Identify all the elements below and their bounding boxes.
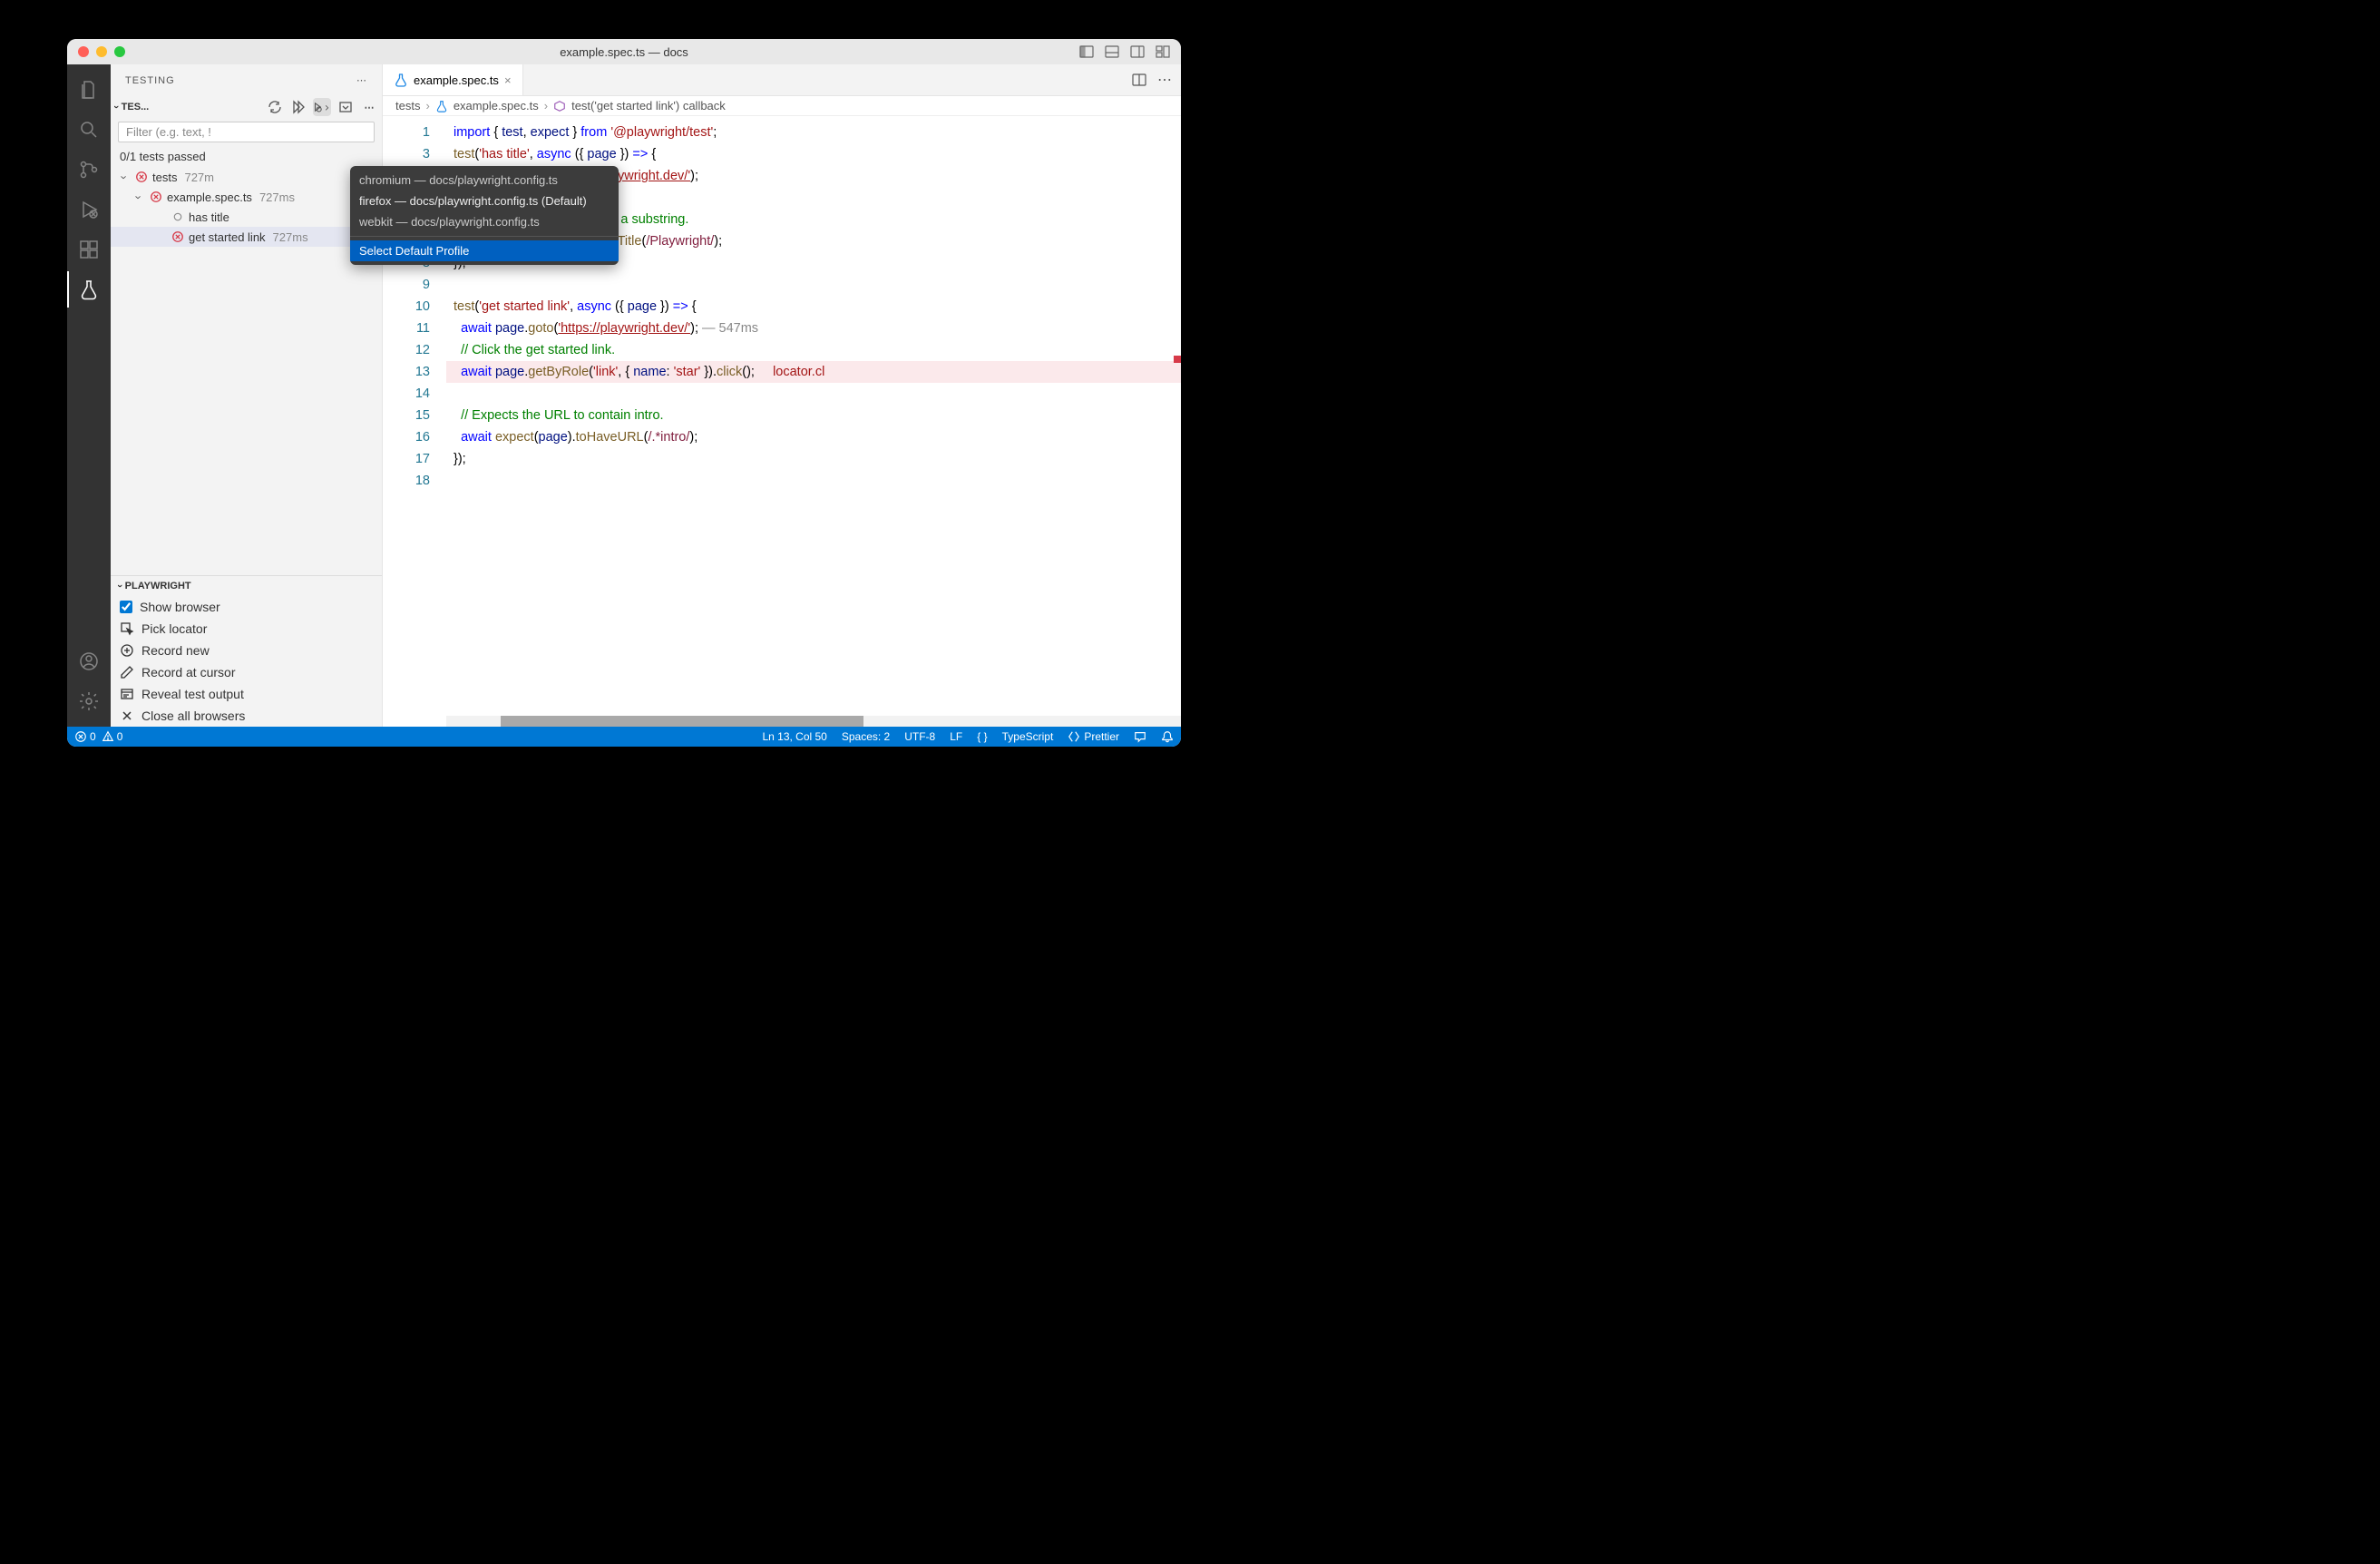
sidebar-header: TESTING ⋯	[111, 64, 382, 96]
playwright-show-browser[interactable]: Show browser	[111, 596, 382, 618]
minimize-window-button[interactable]	[96, 46, 107, 57]
tab-example-spec[interactable]: example.spec.ts ×	[383, 64, 523, 95]
refresh-icon[interactable]	[266, 98, 284, 116]
playwright-pick-locator[interactable]: Pick locator	[111, 618, 382, 640]
activity-settings[interactable]	[67, 683, 111, 719]
dropdown-item-chromium[interactable]: chromium — docs/playwright.config.ts	[350, 170, 619, 191]
activity-bar	[67, 64, 111, 727]
test-row[interactable]: ›tests727m	[111, 167, 382, 187]
panel-left-icon[interactable]	[1079, 44, 1094, 59]
filter-input[interactable]: Filter (e.g. text, !	[118, 122, 375, 142]
prettier[interactable]: Prettier	[1068, 730, 1119, 743]
beaker-icon	[394, 73, 408, 87]
close-icon	[120, 709, 134, 723]
dropdown-item-webkit[interactable]: webkit — docs/playwright.config.ts	[350, 211, 619, 232]
overview-ruler	[1174, 116, 1181, 716]
traffic-lights	[78, 46, 125, 57]
language[interactable]: TypeScript	[1002, 730, 1054, 743]
activity-extensions[interactable]	[67, 231, 111, 268]
playwright-record-new[interactable]: Record new	[111, 640, 382, 661]
beaker-icon	[435, 100, 448, 112]
activity-explorer[interactable]	[67, 72, 111, 108]
status-bar: 0 0 Ln 13, Col 50 Spaces: 2 UTF-8 LF { }…	[67, 727, 1181, 747]
show-output-icon[interactable]	[337, 98, 355, 116]
playwright-reveal-test-output[interactable]: Reveal test output	[111, 683, 382, 705]
more-icon[interactable]: ⋯	[356, 74, 367, 86]
run-all-icon[interactable]	[289, 98, 307, 116]
editor-area: example.spec.ts × ⋯ tests › example.spec…	[383, 64, 1181, 727]
test-row[interactable]: has title	[111, 207, 382, 227]
vscode-window: example.spec.ts — docs TESTING ⋯	[67, 39, 1181, 747]
fail-icon	[149, 191, 163, 203]
tests-status: 0/1 tests passed	[111, 146, 382, 167]
fail-icon	[171, 230, 185, 243]
window-title: example.spec.ts — docs	[67, 45, 1181, 59]
chevron-down-icon: ›	[132, 191, 146, 203]
cursor-position[interactable]: Ln 13, Col 50	[762, 730, 826, 743]
activity-scm[interactable]	[67, 152, 111, 188]
more-actions-icon[interactable]: ⋯	[360, 98, 378, 116]
test-section-header: › TES... ⋯	[111, 96, 382, 118]
split-editor-icon[interactable]	[1132, 73, 1146, 87]
pen-icon	[120, 665, 134, 679]
section-label: TES...	[122, 102, 150, 112]
editor-tabs: example.spec.ts × ⋯	[383, 64, 1181, 96]
layout-controls	[1079, 44, 1170, 59]
customize-layout-icon[interactable]	[1156, 44, 1170, 59]
dropdown-item-firefox[interactable]: firefox — docs/playwright.config.ts (Def…	[350, 191, 619, 211]
activity-search[interactable]	[67, 112, 111, 148]
fail-icon	[134, 171, 149, 183]
braces-icon[interactable]: { }	[977, 730, 987, 743]
titlebar: example.spec.ts — docs	[67, 39, 1181, 64]
feedback-icon[interactable]	[1134, 730, 1146, 743]
close-icon[interactable]: ×	[504, 73, 512, 87]
chevron-down-icon[interactable]: ›	[111, 105, 122, 109]
debug-tests-dropdown[interactable]	[313, 98, 331, 116]
chevron-down-icon: ›	[118, 171, 132, 183]
test-row[interactable]: ›example.spec.ts727ms	[111, 187, 382, 207]
sidebar-title: TESTING	[125, 75, 175, 86]
encoding[interactable]: UTF-8	[904, 730, 935, 743]
circle-icon	[171, 211, 185, 222]
playwright-record-at-cursor[interactable]: Record at cursor	[111, 661, 382, 683]
close-window-button[interactable]	[78, 46, 89, 57]
playwright-panel: › PLAYWRIGHT Show browserPick locatorRec…	[111, 575, 382, 727]
activity-account[interactable]	[67, 643, 111, 679]
horizontal-scrollbar[interactable]	[446, 716, 1181, 727]
plus-icon	[120, 643, 134, 658]
activity-debug[interactable]	[67, 191, 111, 228]
warnings-icon[interactable]: 0	[102, 730, 123, 743]
eol[interactable]: LF	[950, 730, 962, 743]
bell-icon[interactable]	[1161, 730, 1174, 743]
main-area: TESTING ⋯ › TES... ⋯ Filter (e.g. text, …	[67, 64, 1181, 727]
panel-bottom-icon[interactable]	[1105, 44, 1119, 59]
indent[interactable]: Spaces: 2	[842, 730, 890, 743]
more-icon[interactable]: ⋯	[1157, 71, 1172, 89]
panel-right-icon[interactable]	[1130, 44, 1145, 59]
test-tree: ›tests727m›example.spec.ts727mshas title…	[111, 167, 382, 575]
dropdown-select-default[interactable]: Select Default Profile	[350, 240, 619, 261]
output-icon	[120, 687, 134, 701]
chevron-down-icon: ›	[114, 584, 125, 588]
playwright-header[interactable]: › PLAYWRIGHT	[111, 576, 382, 596]
method-icon	[553, 100, 566, 112]
test-row[interactable]: get started link727ms	[111, 227, 382, 247]
checkbox[interactable]	[120, 601, 132, 613]
breadcrumb[interactable]: tests › example.spec.ts › test('get star…	[383, 96, 1181, 116]
errors-icon[interactable]: 0	[74, 730, 96, 743]
cursor-icon	[120, 621, 134, 636]
testing-sidebar: TESTING ⋯ › TES... ⋯ Filter (e.g. text, …	[111, 64, 383, 727]
playwright-close-all-browsers[interactable]: Close all browsers	[111, 705, 382, 727]
tab-label: example.spec.ts	[414, 73, 499, 87]
maximize-window-button[interactable]	[114, 46, 125, 57]
profile-dropdown: chromium — docs/playwright.config.ts fir…	[350, 166, 619, 265]
activity-testing[interactable]	[67, 271, 111, 308]
